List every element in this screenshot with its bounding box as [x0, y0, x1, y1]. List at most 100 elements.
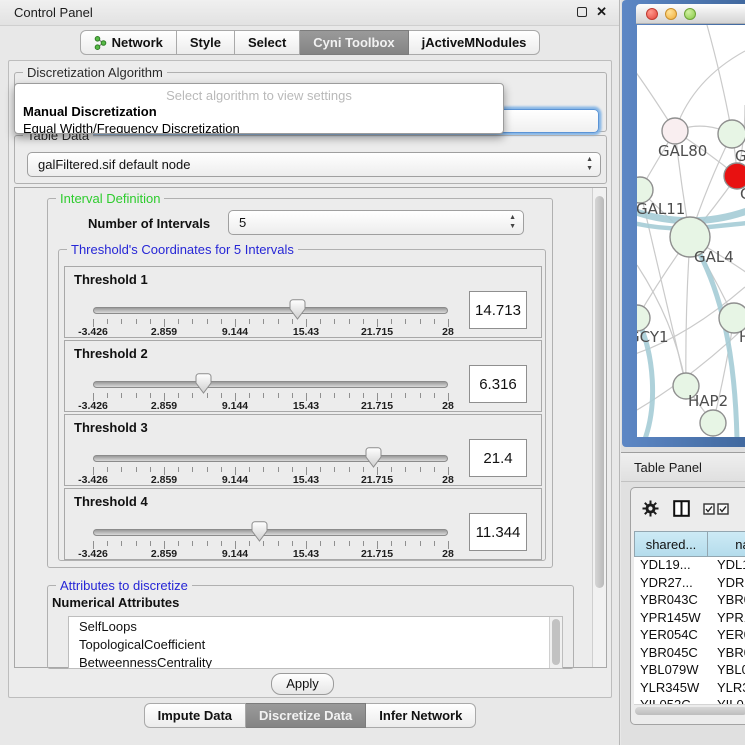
thresholds-title: Threshold's Coordinates for 5 Intervals [67, 242, 298, 257]
table-row[interactable]: YDL19...YDL1 [634, 557, 745, 575]
slider-track[interactable] [93, 307, 448, 314]
tab-select[interactable]: Select [235, 30, 300, 55]
table-row[interactable]: YBR045CYBR0 [634, 645, 745, 663]
network-node[interactable] [662, 118, 688, 144]
slider-tick [363, 393, 364, 398]
control-panel-titlebar: Control Panel ✕ [0, 0, 619, 26]
dropdown-item[interactable]: Select algorithm to view settings [15, 88, 503, 103]
slider-thumb[interactable] [289, 299, 306, 320]
tab-infer-network[interactable]: Infer Network [366, 703, 476, 728]
table-column-header[interactable]: na [708, 531, 745, 557]
slider-tick [249, 393, 250, 398]
slider-tick [121, 393, 122, 398]
close-icon[interactable]: ✕ [596, 4, 607, 20]
slider-tick [150, 319, 151, 324]
checkbox-checked-icon[interactable] [717, 503, 729, 515]
slider-thumb[interactable] [195, 373, 212, 394]
table-panel-titlebar: Table Panel [621, 452, 745, 482]
threshold-value-box[interactable]: 14.713 [469, 291, 527, 329]
scrollbar-thumb[interactable] [595, 196, 604, 588]
network-node-label: GAL4 [694, 248, 734, 266]
threshold-label: Threshold 1 [74, 272, 148, 287]
table-cell: YDR2 [708, 575, 745, 593]
checkbox-checked-icon[interactable] [703, 503, 715, 515]
table-row[interactable]: YPR145WYPR1 [634, 610, 745, 628]
network-node[interactable] [718, 120, 745, 148]
table-row[interactable]: YIL052CYIL0 [634, 697, 745, 704]
attribute-list-item[interactable]: TopologicalCoefficient [69, 635, 562, 653]
table-row[interactable]: YDR27...YDR2 [634, 575, 745, 593]
top-tab-bar: NetworkStyleSelectCyni ToolboxjActiveMNo… [0, 30, 620, 55]
network-node[interactable] [700, 410, 726, 436]
slider-tick-label: 15.43 [293, 474, 319, 486]
table-horizontal-scrollbar[interactable] [634, 704, 745, 716]
network-view-window[interactable]: GAL80GACGAL11GAL4GCY1HHAP2 [622, 0, 745, 447]
table-column-header[interactable]: shared... [634, 531, 708, 557]
bottom-tab-bar: Impute DataDiscretize Data Infer Network [0, 703, 620, 728]
slider-tick [363, 541, 364, 546]
slider-thumb[interactable] [251, 521, 268, 542]
apply-button[interactable]: Apply [271, 673, 334, 695]
slider-tick [420, 393, 421, 398]
mac-close-icon[interactable] [646, 8, 658, 20]
network-node-label: GAL80 [658, 142, 707, 160]
tab-discretize-data[interactable]: Discretize Data [246, 703, 366, 728]
slider-tick [249, 541, 250, 546]
settings-gear-icon[interactable] [642, 500, 659, 517]
table-row[interactable]: YLR345WYLR3 [634, 680, 745, 698]
tab-cyni-toolbox[interactable]: Cyni Toolbox [300, 30, 408, 55]
mac-zoom-icon[interactable] [684, 8, 696, 20]
tab-style[interactable]: Style [177, 30, 235, 55]
split-columns-icon[interactable] [673, 500, 690, 517]
scrollbar-thumb[interactable] [552, 619, 560, 665]
scrollbar-thumb[interactable] [635, 707, 745, 715]
slider-tick [221, 541, 222, 546]
discretization-algorithm-title: Discretization Algorithm [23, 65, 167, 80]
table-cell: YBR045C [634, 645, 708, 663]
slider-track[interactable] [93, 529, 448, 536]
threshold-label: Threshold 4 [74, 494, 148, 509]
attribute-list-item[interactable]: SelfLoops [69, 617, 562, 635]
algorithm-dropdown-popup: Select algorithm to view settingsManual … [14, 83, 504, 134]
table-row[interactable]: YER054CYER0 [634, 627, 745, 645]
network-node-label: C [740, 185, 745, 203]
slider-tick-label: 28 [442, 474, 454, 486]
table-cell: YDL19... [634, 557, 708, 575]
numerical-attributes-list[interactable]: SelfLoopsTopologicalCoefficientBetweenne… [68, 616, 563, 669]
tab-label: Infer Network [379, 704, 462, 727]
threshold-value-box[interactable]: 6.316 [469, 365, 527, 403]
table-row[interactable]: YBR043CYBR0 [634, 592, 745, 610]
float-window-icon[interactable] [577, 7, 587, 17]
slider-tick [178, 541, 179, 546]
mac-minimize-icon[interactable] [665, 8, 677, 20]
network-canvas[interactable]: GAL80GACGAL11GAL4GCY1HHAP2 [637, 25, 745, 437]
slider-track[interactable] [93, 381, 448, 388]
slider-tick [434, 467, 435, 472]
table-row[interactable]: YBL079WYBL0 [634, 662, 745, 680]
threshold-value-box[interactable]: 21.4 [469, 439, 527, 477]
tab-network[interactable]: Network [80, 30, 177, 55]
dropdown-item[interactable]: Manual Discretization [15, 103, 503, 120]
table-cell: YBL079W [634, 662, 708, 680]
slider-tick-label: 9.144 [222, 474, 248, 486]
slider-tick [420, 467, 421, 472]
slider-tick-label: -3.426 [78, 326, 108, 338]
dropdown-item[interactable]: Equal Width/Frequency Discretization [15, 120, 503, 134]
tab-jactivemnodules[interactable]: jActiveMNodules [409, 30, 541, 55]
tab-impute-data[interactable]: Impute Data [144, 703, 246, 728]
slider-thumb[interactable] [365, 447, 382, 468]
threshold-value-box[interactable]: 11.344 [469, 513, 527, 551]
slider-tick [107, 393, 108, 398]
num-intervals-combobox[interactable]: 5 ▲▼ [228, 210, 524, 235]
slider-tick [292, 467, 293, 472]
slider-tick [349, 541, 350, 546]
settings-vertical-scrollbar[interactable] [592, 188, 606, 667]
slider-tick [363, 319, 364, 324]
table-data-combobox[interactable]: galFiltered.sif default node ▲▼ [27, 152, 601, 177]
attribute-list-item[interactable]: BetweennessCentrality [69, 653, 562, 669]
slider-tick [434, 541, 435, 546]
settings-content: Interval Definition Number of Intervals … [15, 188, 592, 667]
slider-tick-label: 2.859 [151, 548, 177, 560]
slider-track[interactable] [93, 455, 448, 462]
attributes-list-scrollbar[interactable] [549, 617, 562, 668]
